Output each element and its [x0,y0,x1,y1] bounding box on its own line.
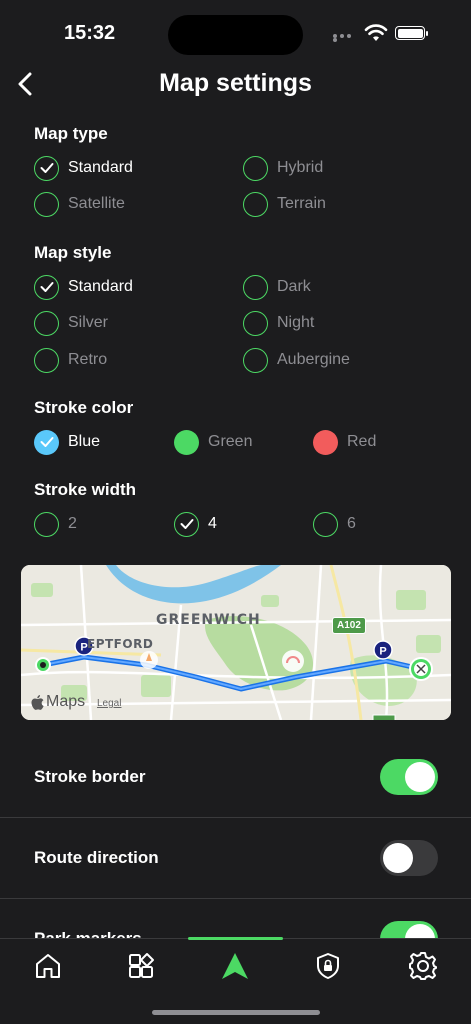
map-style-option-retro[interactable]: Retro [34,347,107,373]
option-label: Silver [68,314,109,331]
radio-icon [34,191,59,217]
battery-icon [395,26,428,40]
option-label: 6 [347,515,356,532]
stroke-color-option-green[interactable]: Green [174,429,252,455]
grid-icon [129,953,154,978]
toggle-knob [383,843,413,873]
checkmark-icon [180,519,193,529]
map-type-title: Map type [34,124,108,143]
option-label: Satellite [68,195,125,212]
option-label: Retro [68,351,108,368]
dynamic-island [168,15,303,55]
maps-attribution: Maps [31,693,85,711]
signal-icon [333,34,359,42]
option-label: Red [347,433,377,450]
option-label: Green [208,433,253,450]
map-style-option-aubergine[interactable]: Aubergine [243,347,350,373]
checkmark-icon [40,163,53,173]
radio-icon [313,511,338,537]
tab-home[interactable] [33,951,63,981]
map-place-label-secondary: EPTFORD [87,637,154,651]
checkmark-icon [40,282,53,292]
home-indicator [152,1010,320,1015]
route-direction-toggle[interactable] [380,840,438,876]
radio-icon [243,347,268,373]
map-type-option-satellite[interactable]: Satellite [34,191,125,217]
stroke-border-toggle[interactable] [380,759,438,795]
map-style-option-dark[interactable]: Dark [243,274,311,300]
radio-icon [34,274,59,300]
radio-icon [34,347,59,373]
legal-link[interactable]: Legal [97,698,121,709]
option-label: Night [277,314,315,331]
stroke-width-title: Stroke width [34,480,137,499]
stroke-color-option-blue[interactable]: Blue [34,429,100,455]
tab-navigation[interactable] [220,951,250,981]
home-icon [36,954,60,978]
setting-label: Route direction [34,848,159,867]
tab-security[interactable] [313,951,343,981]
stroke-width-option-4[interactable]: 4 [174,511,217,537]
tab-modules[interactable] [126,951,156,981]
option-label: Dark [277,278,311,295]
color-swatch [34,429,59,455]
option-label: Standard [68,159,133,176]
tab-settings[interactable] [408,951,438,981]
maps-attribution-text: Maps [46,693,86,710]
option-label: 2 [68,515,77,532]
navigation-arrow-icon [222,953,248,979]
option-label: Blue [68,433,101,450]
wifi-icon [364,24,388,41]
page-title: Map settings [159,69,312,97]
option-label: Standard [68,278,133,295]
map-type-option-terrain[interactable]: Terrain [243,191,326,217]
road-shield: A102 [332,617,366,634]
color-swatch [174,429,199,455]
option-label: Hybrid [277,159,324,176]
radio-icon [243,155,268,181]
map-preview[interactable]: P P GREENWICH EPTFORD A102 Maps Legal [21,565,451,720]
radio-icon [34,155,59,181]
map-style-title: Map style [34,243,112,262]
toggle-knob [405,762,435,792]
stroke-width-option-6[interactable]: 6 [313,511,356,537]
shield-lock-icon [317,953,339,979]
setting-row-route-direction: Route direction [0,818,471,899]
map-style-option-standard[interactable]: Standard [34,274,133,300]
radio-icon [243,310,268,336]
checkmark-icon [40,437,53,447]
stroke-width-option-2[interactable]: 2 [34,511,77,537]
stroke-color-title: Stroke color [34,398,134,417]
option-label: Aubergine [277,351,350,368]
svg-text:P: P [379,646,386,658]
apple-logo-icon [31,694,44,710]
status-time: 15:32 [64,22,116,44]
option-label: 4 [208,515,217,532]
map-place-label: GREENWICH [156,612,261,628]
gear-icon [409,952,437,980]
nav-bar: Map settings [0,60,471,110]
setting-label: Stroke border [34,767,146,786]
map-type-option-standard[interactable]: Standard [34,155,133,181]
map-style-option-night[interactable]: Night [243,310,314,336]
radio-icon [34,511,59,537]
radio-icon [34,310,59,336]
radio-icon [243,191,268,217]
radio-icon [174,511,199,537]
map-type-option-hybrid[interactable]: Hybrid [243,155,323,181]
stroke-color-option-red[interactable]: Red [313,429,376,455]
radio-icon [243,274,268,300]
color-swatch [313,429,338,455]
tab-bar [0,937,471,1024]
status-bar: 15:32 [0,0,471,60]
map-style-option-silver[interactable]: Silver [34,310,108,336]
setting-row-stroke-border: Stroke border [0,737,471,818]
option-label: Terrain [277,195,326,212]
active-tab-indicator [188,937,283,940]
map-canvas: P P [21,565,451,720]
